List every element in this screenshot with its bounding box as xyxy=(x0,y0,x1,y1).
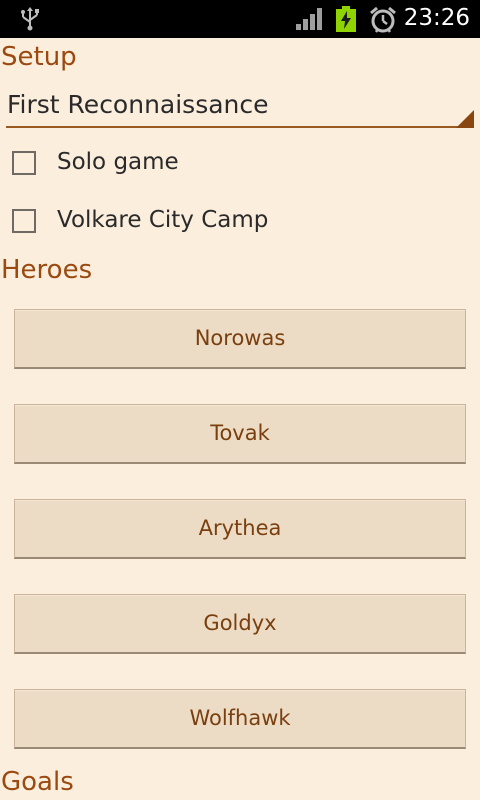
solo-game-checkbox[interactable] xyxy=(12,151,36,175)
goals-header: Goals xyxy=(1,767,74,797)
solo-game-label: Solo game xyxy=(57,149,179,175)
hero-label: Tovak xyxy=(210,421,270,445)
hero-label: Wolfhawk xyxy=(189,706,291,730)
signal-icon xyxy=(296,8,322,30)
heroes-header: Heroes xyxy=(1,255,93,285)
volkare-city-camp-checkbox[interactable] xyxy=(12,209,36,233)
scenario-selected-value: First Reconnaissance xyxy=(7,90,269,119)
dropdown-triangle-icon xyxy=(456,110,474,128)
spinner-underline xyxy=(6,126,474,128)
hero-label: Arythea xyxy=(198,516,282,540)
solo-game-option[interactable]: Solo game xyxy=(10,144,470,184)
hero-label: Norowas xyxy=(194,326,286,350)
hero-label: Goldyx xyxy=(203,611,277,635)
usb-icon xyxy=(21,7,39,31)
battery-charging-icon xyxy=(336,6,356,32)
setup-header: Setup xyxy=(1,42,77,72)
main-content: Setup First Reconnaissance Solo game Vol… xyxy=(0,38,480,800)
hero-button-goldyx[interactable]: Goldyx xyxy=(14,594,466,654)
volkare-city-camp-option[interactable]: Volkare City Camp xyxy=(10,202,470,242)
clock-time: 23:26 xyxy=(403,5,470,31)
hero-button-arythea[interactable]: Arythea xyxy=(14,499,466,559)
status-bar: 23:26 xyxy=(0,0,480,38)
volkare-city-camp-label: Volkare City Camp xyxy=(57,207,269,233)
hero-button-norowas[interactable]: Norowas xyxy=(14,309,466,369)
hero-button-wolfhawk[interactable]: Wolfhawk xyxy=(14,689,466,749)
alarm-icon xyxy=(370,6,396,33)
scenario-spinner[interactable]: First Reconnaissance xyxy=(6,86,474,130)
hero-button-tovak[interactable]: Tovak xyxy=(14,404,466,464)
